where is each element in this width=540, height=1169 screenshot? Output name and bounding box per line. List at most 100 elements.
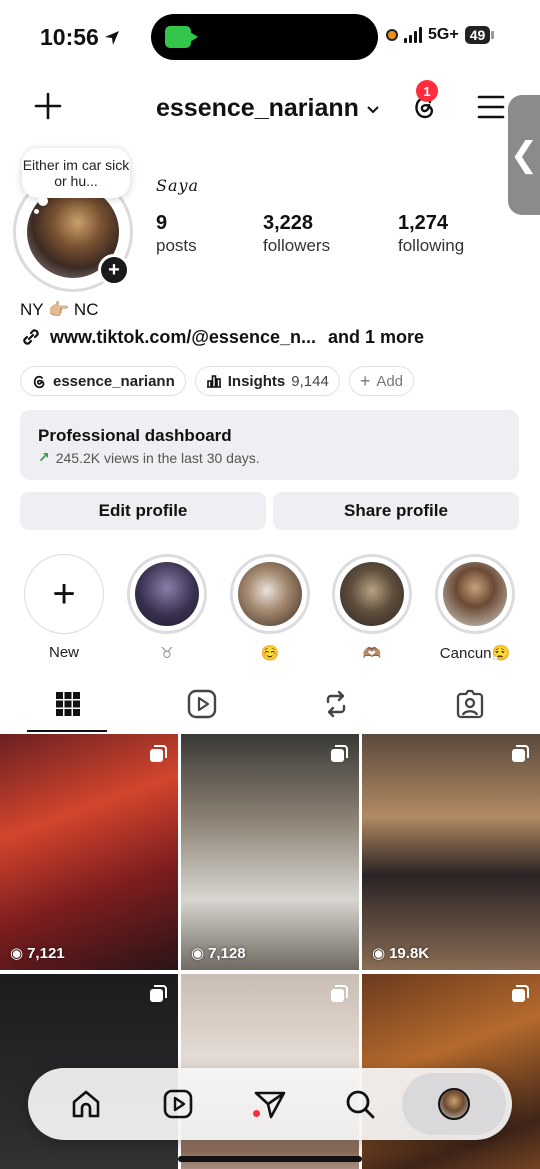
highlight-label: New	[48, 644, 79, 661]
insights-label: Insights	[227, 372, 286, 390]
eye-icon: ◉	[372, 945, 386, 962]
search-icon[interactable]	[342, 1086, 378, 1122]
dashboard-subtitle-row: ↗ 245.2K views in the last 30 days.	[38, 449, 501, 466]
username-label: essence_nariann	[156, 94, 359, 122]
threads-chip-label: essence_nariann	[53, 372, 175, 390]
highlight-label: 🫶🏽	[362, 645, 382, 662]
system-indicators: 5G+ 49	[386, 26, 494, 44]
view-count: ◉ 7,121	[10, 944, 65, 963]
posts-stat[interactable]: 9 posts	[156, 212, 197, 256]
profile-chips: essence_nariann Insights 9,144 + Add	[20, 366, 415, 396]
highlight-item[interactable]: 🫶🏽	[332, 554, 412, 662]
highlight-item[interactable]: ♉	[127, 554, 207, 662]
edit-profile-button[interactable]: Edit profile	[20, 492, 266, 530]
tab-reels-icon[interactable]	[186, 688, 218, 720]
dashboard-subtitle: 245.2K views in the last 30 days.	[55, 449, 260, 466]
insights-value: 9,144	[291, 372, 329, 390]
plus-icon: +	[359, 370, 371, 391]
following-label: following	[398, 236, 465, 255]
side-panel-handle[interactable]: ❮	[508, 95, 540, 215]
multi-post-icon	[150, 985, 167, 1002]
active-tab-indicator	[27, 730, 107, 732]
grid-post[interactable]: ◉ 7,121	[0, 734, 178, 970]
insights-chip[interactable]: Insights 9,144	[194, 366, 340, 396]
link-icon	[23, 329, 39, 345]
profile-tab[interactable]	[402, 1073, 506, 1135]
bar-chart-icon	[206, 375, 221, 388]
dashboard-title: Professional dashboard	[38, 426, 232, 445]
notification-badge: 1	[416, 80, 438, 102]
new-highlight-plus-icon: +	[24, 554, 104, 634]
signal-icon	[404, 27, 422, 43]
add-chip[interactable]: + Add	[348, 366, 415, 396]
professional-dashboard[interactable]: Professional dashboard ↗ 245.2K views in…	[20, 410, 519, 480]
trend-up-icon: ↗	[38, 449, 50, 465]
highlight-ring	[230, 554, 310, 634]
multi-post-icon	[331, 985, 348, 1002]
profile-note-text: Either im car sick or hu...	[22, 157, 130, 189]
recording-indicator-icon	[386, 29, 398, 41]
followers-label: followers	[263, 236, 331, 255]
highlight-thumbnail	[443, 562, 507, 626]
reels-icon[interactable]	[160, 1086, 196, 1122]
add-chip-label: Add	[376, 372, 404, 390]
highlight-ring	[332, 554, 412, 634]
multi-post-icon	[150, 745, 167, 762]
dynamic-island	[151, 14, 378, 60]
note-tail	[34, 209, 39, 214]
chevron-down-icon	[367, 105, 379, 113]
network-label: 5G+	[428, 26, 459, 43]
profile-note-bubble[interactable]: Either im car sick or hu...	[22, 148, 130, 214]
highlight-item[interactable]: ☺️	[230, 554, 310, 662]
highlight-ring	[435, 554, 515, 634]
home-indicator	[178, 1156, 362, 1162]
grid-post[interactable]: ◉ 19.8K	[362, 734, 540, 970]
link-more: and 1 more	[327, 326, 425, 347]
view-count-text: 19.8K	[389, 944, 430, 962]
location-arrow-icon	[104, 30, 119, 45]
grid-post[interactable]: ◉ 7,128	[181, 734, 359, 970]
home-icon[interactable]	[68, 1086, 104, 1122]
status-bar: 10:56 5G+ 49	[0, 0, 540, 74]
multi-post-icon	[512, 745, 529, 762]
highlight-new[interactable]: + New	[24, 554, 104, 661]
highlight-item[interactable]: Cancun😮‍💨	[435, 554, 515, 662]
highlight-thumbnail	[135, 562, 199, 626]
multi-post-icon	[512, 985, 529, 1002]
profile-avatar-icon	[438, 1088, 470, 1120]
highlight-thumbnail	[340, 562, 404, 626]
followers-stat[interactable]: 3,228 followers	[263, 212, 330, 256]
eye-icon: ◉	[10, 945, 24, 962]
bio-link[interactable]: www.tiktok.com/@essence_n... and 1 more	[20, 326, 424, 348]
posts-count: 9	[156, 212, 168, 234]
unread-dot	[253, 1110, 260, 1117]
tab-reposts-icon[interactable]	[320, 688, 352, 720]
bio-text: NY 👉🏼 NC	[20, 300, 99, 319]
tab-grid-icon[interactable]	[52, 688, 84, 720]
following-stat[interactable]: 1,274 following	[398, 212, 464, 256]
highlight-thumbnail	[238, 562, 302, 626]
facetime-icon	[165, 26, 198, 48]
hamburger-menu-icon[interactable]	[477, 94, 505, 120]
battery-icon: 49	[464, 26, 494, 44]
bottom-navigation	[28, 1068, 512, 1140]
threads-chip[interactable]: essence_nariann	[20, 366, 186, 396]
highlight-ring	[127, 554, 207, 634]
multi-post-icon	[331, 745, 348, 762]
followers-count: 3,228	[263, 212, 314, 234]
view-count: ◉ 19.8K	[372, 944, 430, 963]
tab-tagged-icon[interactable]	[454, 688, 486, 720]
profile-header: essence_nariann	[0, 80, 540, 136]
eye-icon: ◉	[191, 945, 205, 962]
display-name: Saya	[156, 176, 200, 195]
view-count-text: 7,121	[27, 944, 65, 962]
view-count: ◉ 7,128	[191, 944, 246, 963]
profile-tabs	[0, 680, 540, 732]
highlight-label: ♉	[160, 645, 174, 662]
link-url: www.tiktok.com/@essence_n...	[50, 326, 316, 347]
create-plus-icon[interactable]	[34, 92, 62, 120]
username-switcher[interactable]: essence_nariann	[156, 94, 381, 123]
share-profile-button[interactable]: Share profile	[273, 492, 519, 530]
posts-label: posts	[156, 236, 197, 255]
add-story-plus-icon[interactable]: +	[98, 254, 130, 286]
